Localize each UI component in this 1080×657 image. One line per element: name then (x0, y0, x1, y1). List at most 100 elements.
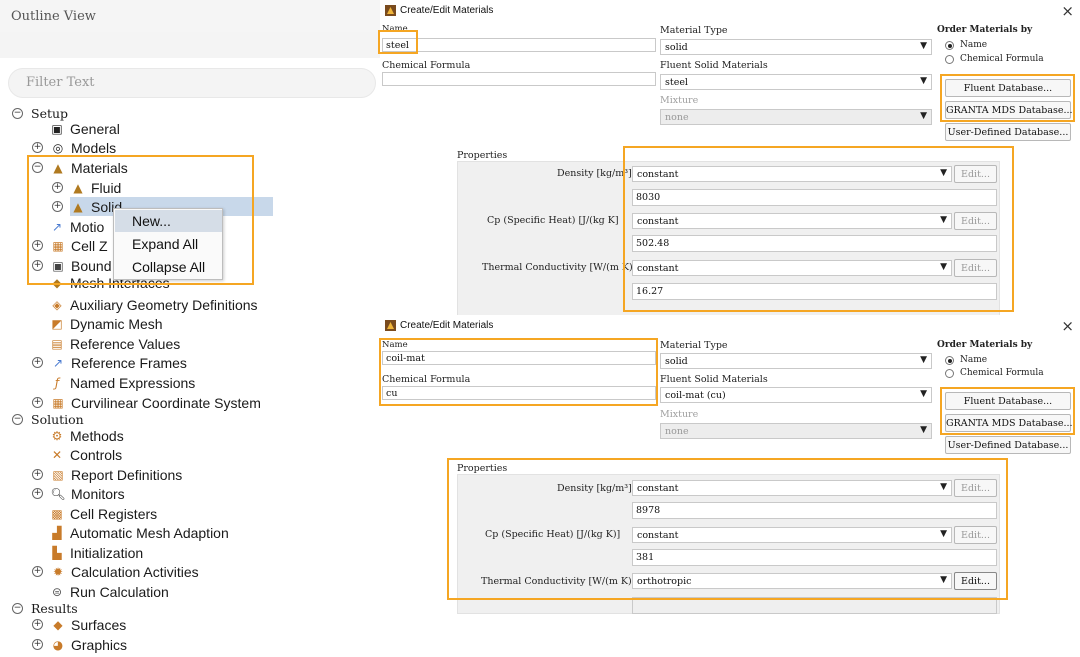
name-field[interactable]: coil-mat (382, 351, 656, 365)
collapse-icon[interactable]: − (12, 414, 23, 425)
expand-icon[interactable]: + (52, 182, 63, 193)
tree-item-calc-activities[interactable]: + ✹ Calculation Activities (32, 562, 199, 581)
density-value-field[interactable]: 8030 (632, 189, 997, 206)
tree-item-controls[interactable]: ✕ Controls (50, 445, 122, 464)
chem-formula-field[interactable] (382, 72, 656, 86)
expand-icon[interactable]: + (32, 142, 43, 153)
order-chem-radio[interactable] (945, 55, 954, 64)
chem-formula-field[interactable]: cu (382, 386, 656, 400)
tree-label: Controls (70, 446, 123, 463)
collapse-icon[interactable]: − (32, 162, 43, 173)
expand-icon[interactable]: + (32, 488, 43, 499)
density-edit-button[interactable]: Edit... (954, 479, 997, 497)
tree-item-cell-registers[interactable]: ▩ Cell Registers (50, 504, 157, 523)
mesh-adaption-icon: ▟ (52, 525, 62, 540)
expand-icon[interactable]: + (32, 639, 43, 650)
tree-label: Automatic Mesh Adaption (70, 524, 229, 541)
tree-item-cell-zones[interactable]: + ▦ Cell Z (32, 236, 108, 255)
cp-edit-button[interactable]: Edit... (954, 526, 997, 544)
tree-label: Solution (31, 412, 84, 427)
tree-item-reference-values[interactable]: ▤ Reference Values (50, 334, 180, 353)
tree-item-boundary[interactable]: + ▣ Bound (32, 256, 111, 275)
tc-value-field[interactable]: 16.27 (632, 283, 997, 300)
tree-label: Initialization (70, 544, 144, 561)
properties-label: Properties (457, 150, 508, 161)
tree-item-solid[interactable]: + ▲ Solid (52, 197, 122, 216)
tree-label: Monitors (71, 485, 125, 502)
expand-icon[interactable]: + (32, 397, 43, 408)
tree-item-named-expressions[interactable]: ƒ Named Expressions (50, 373, 195, 392)
tree-item-reference-frames[interactable]: + ↗ Reference Frames (32, 353, 187, 372)
density-edit-button[interactable]: Edit... (954, 165, 997, 183)
expand-icon[interactable]: + (32, 566, 43, 577)
tree-item-methods[interactable]: ⚙ Methods (50, 426, 124, 445)
menu-item-new[interactable]: New... (115, 210, 222, 232)
order-chem-label: Chemical Formula (960, 368, 1044, 378)
tree-item-fluid[interactable]: + ▲ Fluid (52, 178, 121, 197)
material-type-dropdown[interactable]: solid ▼ (660, 39, 932, 55)
tree-item-aux-geometry[interactable]: ◈ Auxiliary Geometry Definitions (50, 295, 257, 314)
filter-input[interactable] (8, 68, 376, 98)
close-icon[interactable]: × (1061, 317, 1074, 335)
tree-item-auto-mesh[interactable]: ▟ Automatic Mesh Adaption (50, 523, 229, 542)
methods-icon: ⚙ (51, 428, 63, 443)
expand-icon[interactable]: + (32, 240, 43, 251)
tree-item-surfaces[interactable]: + ◆ Surfaces (32, 615, 126, 634)
cp-value-field[interactable]: 381 (632, 549, 997, 566)
menu-item-collapse-all[interactable]: Collapse All (115, 256, 222, 278)
expand-icon[interactable]: + (32, 619, 43, 630)
material-type-dropdown[interactable]: solid ▼ (660, 353, 932, 369)
tree-item-graphics[interactable]: + ◕ Graphics (32, 635, 127, 654)
dropdown-arrow-icon: ▼ (940, 575, 947, 585)
close-icon[interactable]: × (1061, 2, 1074, 20)
menu-item-expand-all[interactable]: Expand All (115, 233, 222, 255)
collapse-icon[interactable]: − (12, 603, 23, 614)
fluent-database-button[interactable]: Fluent Database... (945, 392, 1071, 410)
dropdown-value: steel (665, 77, 688, 88)
name-field[interactable]: steel (382, 38, 656, 52)
tree-item-report-definitions[interactable]: + ▧ Report Definitions (32, 465, 182, 484)
cp-value-field[interactable]: 502.48 (632, 235, 997, 252)
expand-icon[interactable]: + (32, 357, 43, 368)
cp-method-dropdown[interactable]: constant ▼ (632, 213, 952, 229)
tree-item-general[interactable]: ▣ General (50, 119, 119, 138)
tc-method-dropdown[interactable]: orthotropic ▼ (632, 573, 952, 589)
tree-label: Reference Frames (71, 354, 187, 371)
fluent-solid-dropdown[interactable]: coil-mat (cu) ▼ (660, 387, 932, 403)
tree-item-models[interactable]: + ◎ Models (32, 138, 116, 157)
tree-item-materials[interactable]: − ▲ Materials (32, 158, 128, 177)
fluent-database-button[interactable]: Fluent Database... (945, 79, 1071, 97)
mixture-dropdown[interactable]: none ▼ (660, 423, 932, 439)
mixture-dropdown[interactable]: none ▼ (660, 109, 932, 125)
density-value-field[interactable]: 8978 (632, 502, 997, 519)
tc-edit-button[interactable]: Edit... (954, 572, 997, 590)
density-method-dropdown[interactable]: constant ▼ (632, 480, 952, 496)
granta-database-button[interactable]: GRANTA MDS Database... (945, 101, 1073, 119)
tc-value-field[interactable] (632, 597, 997, 614)
granta-database-button[interactable]: GRANTA MDS Database... (945, 414, 1073, 432)
expand-icon[interactable]: + (32, 260, 43, 271)
order-chem-radio[interactable] (945, 369, 954, 378)
tree-item-monitors[interactable]: + 🔍︎ Monitors (32, 484, 125, 503)
material-type-label: Material Type (660, 340, 728, 351)
tree-item-initialization[interactable]: ▙ Initialization (50, 543, 143, 562)
tc-method-dropdown[interactable]: constant ▼ (632, 260, 952, 276)
order-name-radio[interactable] (945, 41, 954, 50)
tc-edit-button[interactable]: Edit... (954, 259, 997, 277)
user-defined-database-button[interactable]: User-Defined Database... (945, 123, 1071, 141)
collapse-icon[interactable]: − (12, 108, 23, 119)
cp-method-dropdown[interactable]: constant ▼ (632, 527, 952, 543)
density-method-dropdown[interactable]: constant ▼ (632, 166, 952, 182)
user-defined-database-button[interactable]: User-Defined Database... (945, 436, 1071, 454)
tree-label: Dynamic Mesh (70, 315, 163, 332)
dropdown-arrow-icon: ▼ (920, 41, 927, 51)
order-name-radio[interactable] (945, 356, 954, 365)
fluid-icon: ▲ (73, 180, 83, 195)
tree-label: Motio (70, 218, 105, 235)
fluent-solid-dropdown[interactable]: steel ▼ (660, 74, 932, 90)
expand-icon[interactable]: + (32, 469, 43, 480)
tree-item-motion[interactable]: ↗ Motio (50, 217, 104, 236)
cp-edit-button[interactable]: Edit... (954, 212, 997, 230)
tree-item-dynamic-mesh[interactable]: ◩ Dynamic Mesh (50, 314, 163, 333)
expand-icon[interactable]: + (52, 201, 63, 212)
